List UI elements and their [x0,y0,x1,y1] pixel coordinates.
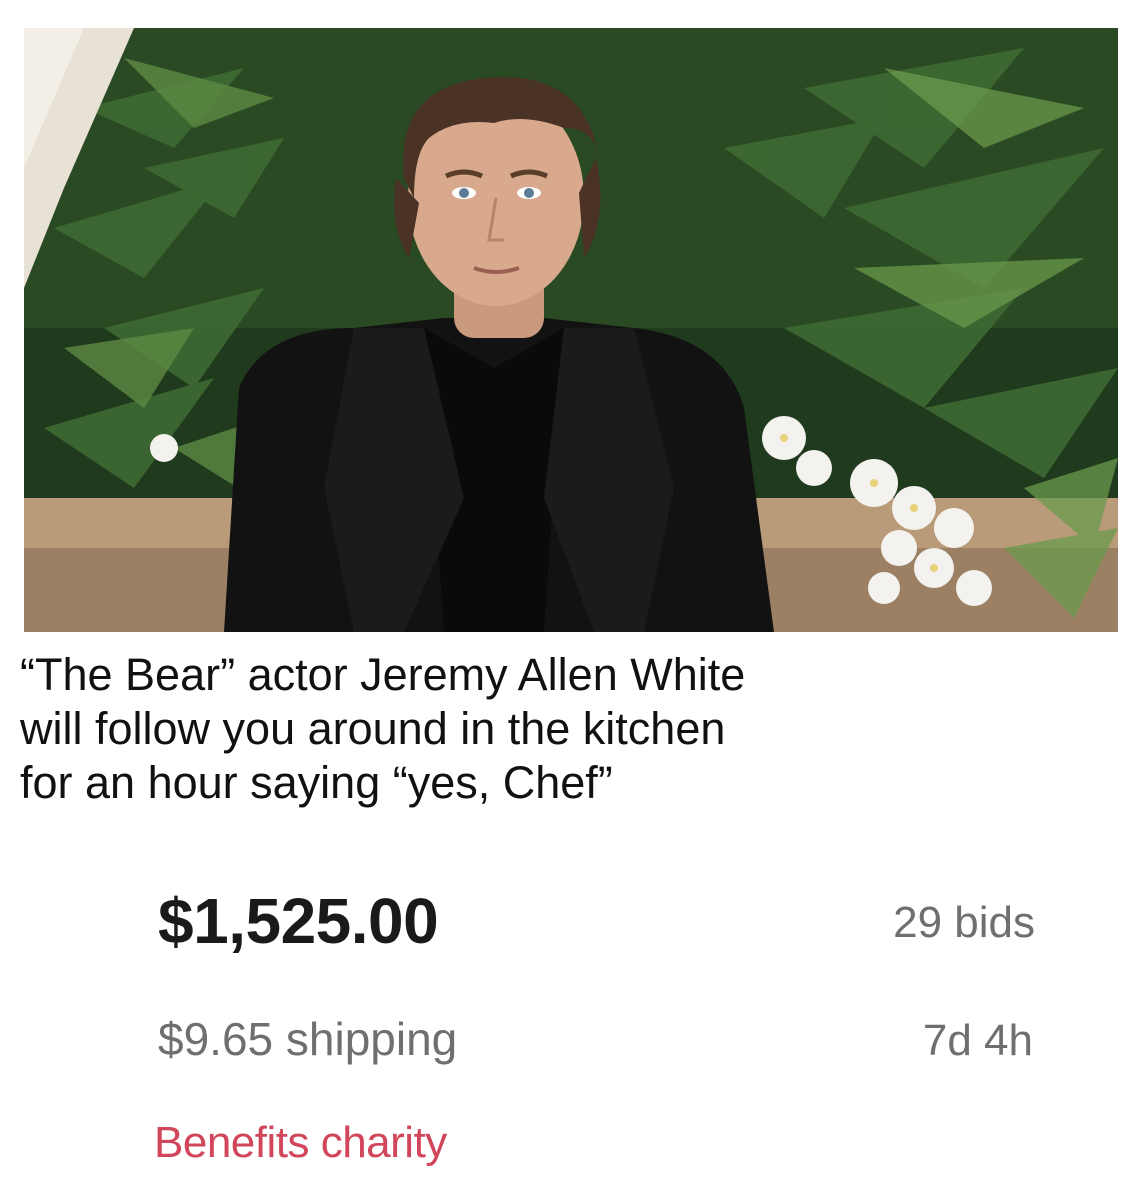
listing-photo-image [24,28,1118,632]
caption-line-1: “The Bear” actor Jeremy Allen White [20,649,746,700]
shipping-cost: $9.65 shipping [158,1013,458,1065]
listing-photo[interactable] [24,28,1118,632]
caption-line-2: will follow you around in the kitchen [20,703,726,754]
listing-price: $1,525.00 [158,885,439,957]
listing-caption: “The Bear” actor Jeremy Allen White will… [20,648,1100,810]
time-left: 7d 4h [922,1016,1033,1065]
caption-line-3: for an hour saying “yes, Chef” [20,757,613,808]
bid-count[interactable]: 29 bids [893,898,1035,948]
charity-badge[interactable]: Benefits charity [154,1118,447,1168]
